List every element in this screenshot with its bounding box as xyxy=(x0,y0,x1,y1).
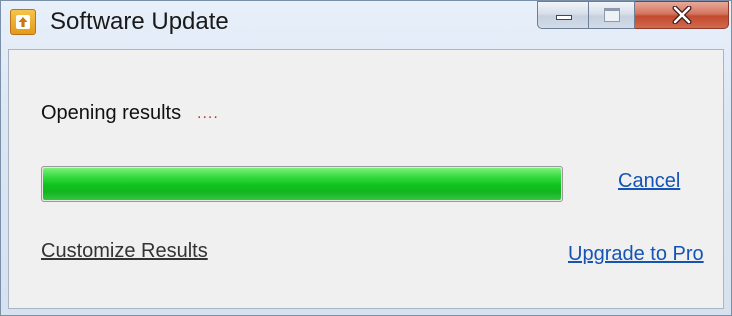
upgrade-to-pro-link[interactable]: Upgrade to Pro xyxy=(568,243,704,266)
caption-buttons xyxy=(537,1,729,31)
cancel-link[interactable]: Cancel xyxy=(618,170,680,193)
maximize-icon xyxy=(604,8,620,22)
dialog-content: Opening results .... Cancel Customize Re… xyxy=(8,49,724,309)
progress-bar xyxy=(41,166,563,202)
minimize-icon xyxy=(556,15,572,20)
update-arrow-icon xyxy=(10,9,36,35)
minimize-button[interactable] xyxy=(537,1,589,29)
window-title: Software Update xyxy=(50,8,229,35)
progress-fill xyxy=(43,168,561,200)
close-icon xyxy=(672,6,692,24)
maximize-button[interactable] xyxy=(589,1,635,29)
status-ellipsis: .... xyxy=(197,105,219,122)
title-bar[interactable]: Software Update xyxy=(1,1,731,43)
close-button[interactable] xyxy=(635,1,729,29)
software-update-window: Software Update Opening results .... Can… xyxy=(0,0,732,316)
status-text: Opening results xyxy=(41,102,182,124)
customize-results-link[interactable]: Customize Results xyxy=(41,240,208,263)
